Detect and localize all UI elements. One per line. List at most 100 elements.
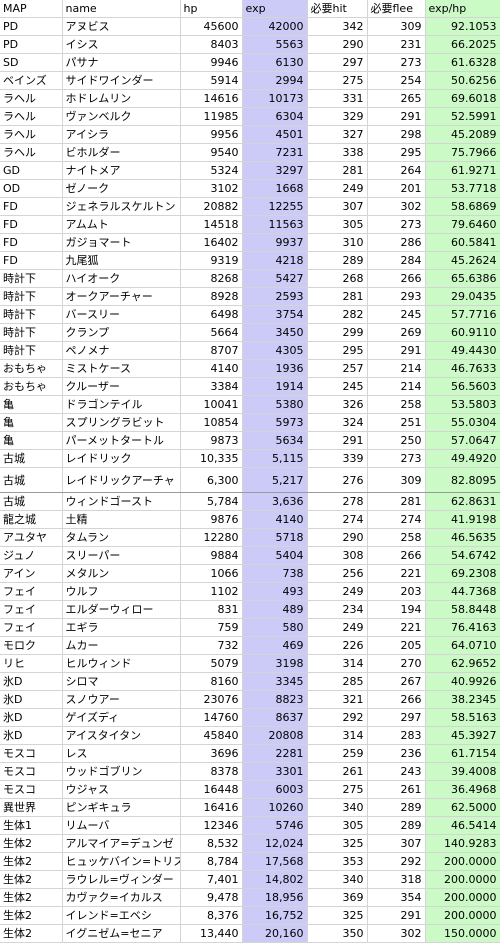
cell-name[interactable]: アイシラ [62,125,181,144]
cell-name[interactable]: バースリー [62,305,181,324]
cell-required-hit[interactable]: 299 [307,323,368,342]
cell-required-flee[interactable]: 273 [367,53,426,72]
cell-exp[interactable]: 580 [242,618,308,637]
cell-exp[interactable]: 5,217 [242,467,308,493]
cell-map[interactable]: フェイ [0,582,63,601]
cell-map[interactable]: 生体2 [0,888,63,907]
cell-hp[interactable]: 759 [180,618,243,637]
cell-map[interactable]: モスコ [0,762,63,781]
cell-required-flee[interactable]: 273 [367,215,426,234]
cell-exp[interactable]: 5404 [242,546,308,565]
cell-name[interactable]: スプリングラビット [62,413,181,432]
cell-required-hit[interactable]: 256 [307,564,368,583]
cell-exp[interactable]: 3,636 [242,492,308,511]
cell-hp[interactable]: 8,784 [180,852,243,871]
cell-exp-per-hp[interactable]: 57.0647 [425,431,500,450]
cell-required-flee[interactable]: 318 [367,870,426,889]
cell-name[interactable]: ジェネラルスケルトン [62,197,181,216]
cell-map[interactable]: SD [0,53,63,72]
cell-required-flee[interactable]: 266 [367,269,426,288]
cell-required-hit[interactable]: 325 [307,834,368,853]
cell-map[interactable]: ラヘル [0,107,63,126]
cell-hp[interactable]: 8707 [180,341,243,360]
cell-required-hit[interactable]: 325 [307,906,368,925]
cell-exp[interactable]: 2281 [242,744,308,763]
cell-name[interactable]: シロマ [62,672,181,691]
header-hp[interactable]: hp [180,0,243,18]
cell-hp[interactable]: 20882 [180,197,243,216]
cell-map[interactable]: 生体2 [0,906,63,925]
cell-hp[interactable]: 9540 [180,143,243,162]
cell-exp-per-hp[interactable]: 92.1053 [425,17,500,36]
cell-exp-per-hp[interactable]: 69.2308 [425,564,500,583]
cell-name[interactable]: クルーザー [62,377,181,396]
cell-required-hit[interactable]: 285 [307,672,368,691]
cell-name[interactable]: クランプ [62,323,181,342]
cell-required-hit[interactable]: 297 [307,53,368,72]
cell-map[interactable]: FD [0,251,63,270]
cell-required-flee[interactable]: 261 [367,780,426,799]
cell-map[interactable]: 時計下 [0,305,63,324]
cell-hp[interactable]: 1066 [180,564,243,583]
cell-hp[interactable]: 5,784 [180,492,243,511]
cell-map[interactable]: フェイ [0,618,63,637]
cell-exp[interactable]: 2593 [242,287,308,306]
cell-required-hit[interactable]: 292 [307,708,368,727]
cell-exp-per-hp[interactable]: 66.2025 [425,35,500,54]
cell-exp-per-hp[interactable]: 58.5163 [425,708,500,727]
cell-exp[interactable]: 6130 [242,53,308,72]
cell-hp[interactable]: 4140 [180,359,243,378]
cell-exp[interactable]: 3345 [242,672,308,691]
cell-name[interactable]: アルマイア=デュンゼ [62,834,181,853]
cell-required-hit[interactable]: 276 [307,467,368,493]
cell-required-hit[interactable]: 310 [307,233,368,252]
cell-required-hit[interactable]: 234 [307,600,368,619]
cell-exp[interactable]: 2994 [242,71,308,90]
cell-required-flee[interactable]: 236 [367,744,426,763]
cell-exp[interactable]: 5563 [242,35,308,54]
cell-exp[interactable]: 469 [242,636,308,655]
cell-hp[interactable]: 11985 [180,107,243,126]
cell-required-flee[interactable]: 201 [367,179,426,198]
cell-required-hit[interactable]: 259 [307,744,368,763]
cell-required-flee[interactable]: 289 [367,816,426,835]
cell-name[interactable]: ウルフ [62,582,181,601]
cell-name[interactable]: アヌビス [62,17,181,36]
cell-required-flee[interactable]: 302 [367,924,426,943]
header-required-hit[interactable]: 必要hit [307,0,368,18]
cell-required-flee[interactable]: 309 [367,17,426,36]
cell-name[interactable]: イグニゼム=セニア [62,924,181,943]
cell-name[interactable]: ビホルダー [62,143,181,162]
cell-name[interactable]: ピンギキュラ [62,798,181,817]
cell-exp-per-hp[interactable]: 50.6256 [425,71,500,90]
cell-name[interactable]: オークアーチャー [62,287,181,306]
cell-required-flee[interactable]: 283 [367,726,426,745]
cell-exp-per-hp[interactable]: 36.4968 [425,780,500,799]
cell-name[interactable]: アイスタイタン [62,726,181,745]
cell-exp[interactable]: 4140 [242,510,308,529]
cell-exp-per-hp[interactable]: 57.7716 [425,305,500,324]
cell-exp-per-hp[interactable]: 49.4920 [425,449,500,468]
cell-exp[interactable]: 738 [242,564,308,583]
cell-exp-per-hp[interactable]: 58.6869 [425,197,500,216]
cell-name[interactable]: ヒルウィンド [62,654,181,673]
cell-required-hit[interactable]: 245 [307,377,368,396]
cell-exp-per-hp[interactable]: 62.8631 [425,492,500,511]
cell-hp[interactable]: 5914 [180,71,243,90]
cell-name[interactable]: レス [62,744,181,763]
cell-exp[interactable]: 5973 [242,413,308,432]
cell-required-hit[interactable]: 340 [307,870,368,889]
cell-required-flee[interactable]: 264 [367,161,426,180]
cell-map[interactable]: ラヘル [0,143,63,162]
cell-required-flee[interactable]: 214 [367,359,426,378]
cell-required-flee[interactable]: 291 [367,341,426,360]
cell-required-hit[interactable]: 290 [307,528,368,547]
cell-hp[interactable]: 5664 [180,323,243,342]
cell-hp[interactable]: 1102 [180,582,243,601]
cell-name[interactable]: サイドワインダー [62,71,181,90]
cell-required-hit[interactable]: 274 [307,510,368,529]
cell-name[interactable]: ホドレムリン [62,89,181,108]
cell-required-flee[interactable]: 307 [367,834,426,853]
cell-exp-per-hp[interactable]: 61.9271 [425,161,500,180]
cell-exp[interactable]: 493 [242,582,308,601]
